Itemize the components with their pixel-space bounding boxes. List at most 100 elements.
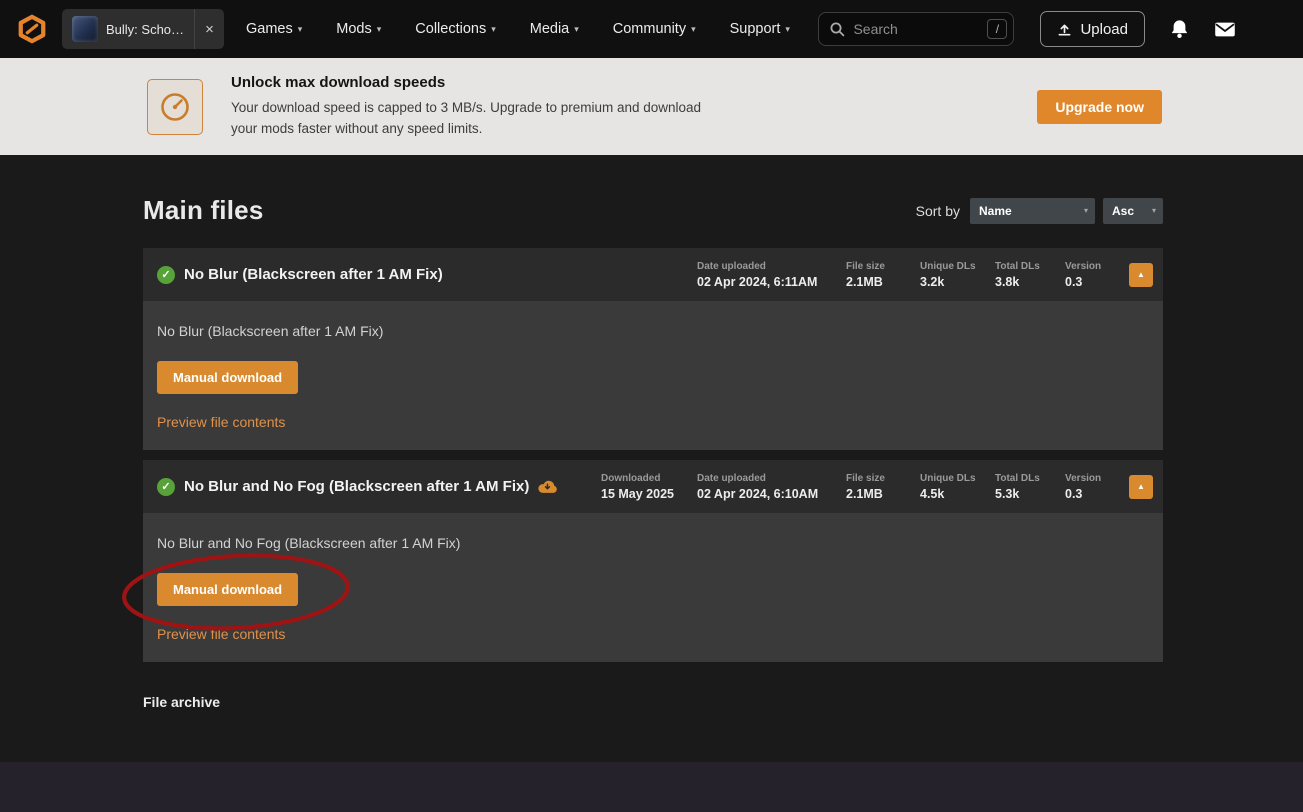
check-circle-icon: ✓ bbox=[157, 477, 175, 496]
banner-description: Your download speed is capped to 3 MB/s.… bbox=[231, 97, 701, 139]
stat-value: 5.3k bbox=[995, 486, 1020, 501]
premium-banner: Unlock max download speeds Your download… bbox=[0, 58, 1303, 155]
chevron-down-icon: ▾ bbox=[691, 23, 696, 34]
nav-item-label: Support bbox=[729, 21, 781, 37]
nav-item-label: Collections bbox=[415, 21, 487, 37]
upload-icon bbox=[1058, 24, 1071, 35]
collapse-toggle-button[interactable]: ▲ bbox=[1129, 262, 1153, 287]
stat-label: Total DLs bbox=[995, 472, 1040, 484]
nav-item-support[interactable]: Support ▾ bbox=[730, 21, 790, 37]
banner-description-line1: Your download speed is capped to 3 MB/s.… bbox=[231, 100, 702, 115]
stat-unique-dls: Unique DLs 3.2k bbox=[920, 261, 995, 289]
stat-value: 3.8k bbox=[995, 274, 1020, 289]
stat-label: Downloaded bbox=[601, 472, 661, 484]
notifications-button[interactable] bbox=[1167, 17, 1191, 41]
main-content: Main files Sort by Name ▾ Asc ▾ ✓ No Blu… bbox=[0, 155, 1303, 762]
messages-button[interactable] bbox=[1213, 17, 1237, 41]
manual-download-button[interactable]: Manual download bbox=[157, 573, 299, 606]
mail-icon bbox=[1215, 22, 1235, 36]
manual-download-button[interactable]: Manual download bbox=[157, 361, 299, 394]
stat-downloaded: Downloaded 15 May 2025 bbox=[601, 473, 697, 501]
stat-label: Unique DLs bbox=[920, 472, 976, 484]
search-box[interactable]: / bbox=[818, 12, 1015, 46]
sort-by-label: Sort by bbox=[915, 202, 960, 219]
stat-total-dls: Total DLs 5.3k bbox=[995, 473, 1065, 501]
stat-file-size: File size 2.1MB bbox=[846, 261, 920, 289]
stat-total-dls: Total DLs 3.8k bbox=[995, 261, 1065, 289]
file-row-header[interactable]: ✓ No Blur and No Fog (Blackscreen after … bbox=[143, 460, 1163, 513]
file-stats: Date uploaded 02 Apr 2024, 6:11AM File s… bbox=[697, 261, 1115, 289]
upload-button-label: Upload bbox=[1080, 20, 1128, 38]
chevron-down-icon: ▾ bbox=[297, 23, 303, 34]
chevron-down-icon: ▾ bbox=[785, 23, 790, 34]
chevron-down-icon: ▾ bbox=[376, 23, 382, 34]
footer-strip bbox=[0, 762, 1303, 812]
game-tab[interactable]: Bully: Scho… × bbox=[62, 9, 224, 49]
stat-label: File size bbox=[846, 260, 885, 272]
stat-label: Unique DLs bbox=[920, 260, 976, 272]
stat-version: Version 0.3 bbox=[1065, 473, 1115, 501]
stat-value: 2.1MB bbox=[846, 486, 883, 501]
nav-item-collections[interactable]: Collections ▾ bbox=[415, 21, 495, 37]
preview-file-contents-link[interactable]: Preview file contents bbox=[157, 626, 1149, 642]
chevron-down-icon: ▾ bbox=[574, 23, 579, 34]
row-gap bbox=[143, 450, 1163, 460]
content-header: Main files Sort by Name ▾ Asc ▾ bbox=[143, 195, 1163, 226]
stat-label: Version bbox=[1065, 260, 1102, 272]
file-name: No Blur (Blackscreen after 1 AM Fix) bbox=[184, 266, 443, 283]
stat-label: Version bbox=[1065, 472, 1102, 484]
upload-button[interactable]: Upload bbox=[1040, 11, 1145, 47]
game-tab-main[interactable]: Bully: Scho… bbox=[62, 16, 194, 42]
nexus-logo-icon bbox=[18, 14, 46, 44]
caret-up-icon: ▲ bbox=[1137, 482, 1145, 491]
file-list: ✓ No Blur (Blackscreen after 1 AM Fix) D… bbox=[143, 248, 1163, 662]
search-shortcut-badge: / bbox=[987, 19, 1008, 39]
nav-item-community[interactable]: Community ▾ bbox=[613, 21, 696, 37]
user-avatar[interactable] bbox=[1255, 13, 1287, 45]
file-panel: No Blur and No Fog (Blackscreen after 1 … bbox=[143, 513, 1163, 662]
file-archive-title: File archive bbox=[143, 694, 221, 710]
speedometer-icon bbox=[147, 78, 203, 135]
stat-file-size: File size 2.1MB bbox=[846, 473, 920, 501]
downloaded-cloud-icon bbox=[537, 479, 558, 494]
collapse-toggle-button[interactable]: ▲ bbox=[1129, 474, 1153, 499]
nav-item-label: Games bbox=[246, 21, 293, 37]
nav-item-label: Community bbox=[612, 21, 687, 37]
top-navbar: Bully: Scho… × Games ▾ Mods ▾ Collection… bbox=[0, 0, 1303, 58]
check-circle-icon: ✓ bbox=[157, 265, 175, 284]
nav-item-mods[interactable]: Mods ▾ bbox=[336, 21, 381, 37]
nav-item-label: Mods bbox=[336, 21, 372, 37]
tab-close-icon[interactable]: × bbox=[194, 9, 224, 49]
stat-value: 02 Apr 2024, 6:11AM bbox=[697, 274, 818, 289]
main-nav: Games ▾ Mods ▾ Collections ▾ Media ▾ Com… bbox=[246, 21, 790, 37]
file-name: No Blur and No Fog (Blackscreen after 1 … bbox=[184, 478, 530, 495]
stat-value: 0.3 bbox=[1065, 274, 1083, 289]
upgrade-now-button[interactable]: Upgrade now bbox=[1037, 89, 1162, 124]
chevron-down-icon: ▾ bbox=[1083, 205, 1088, 215]
banner-description-line2: your mods faster without any speed limit… bbox=[231, 121, 483, 136]
stat-label: File size bbox=[846, 472, 885, 484]
file-panel: No Blur (Blackscreen after 1 AM Fix) Man… bbox=[143, 301, 1163, 450]
stat-value: 3.2k bbox=[920, 274, 945, 289]
stat-date-uploaded: Date uploaded 02 Apr 2024, 6:11AM bbox=[697, 261, 846, 289]
search-input[interactable] bbox=[853, 21, 980, 37]
file-row-header[interactable]: ✓ No Blur (Blackscreen after 1 AM Fix) D… bbox=[143, 248, 1163, 301]
nav-item-games[interactable]: Games ▾ bbox=[246, 21, 302, 37]
game-tab-label: Bully: Scho… bbox=[106, 21, 184, 37]
file-description: No Blur (Blackscreen after 1 AM Fix) bbox=[157, 323, 384, 339]
banner-title: Unlock max download speeds bbox=[231, 74, 446, 91]
sort-field-select[interactable]: Name ▾ bbox=[970, 197, 1095, 224]
file-stats: Downloaded 15 May 2025 Date uploaded 02 … bbox=[601, 473, 1115, 501]
sort-direction-select[interactable]: Asc ▾ bbox=[1103, 197, 1163, 224]
sort-field-value: Name bbox=[979, 203, 1012, 218]
stat-value: 02 Apr 2024, 6:10AM bbox=[697, 486, 819, 501]
stat-version: Version 0.3 bbox=[1065, 261, 1115, 289]
preview-file-contents-link[interactable]: Preview file contents bbox=[157, 414, 1149, 430]
chevron-down-icon: ▾ bbox=[491, 23, 496, 34]
caret-up-icon: ▲ bbox=[1137, 270, 1145, 279]
nav-item-media[interactable]: Media ▾ bbox=[530, 21, 579, 37]
search-icon bbox=[830, 22, 845, 37]
stat-label: Date uploaded bbox=[697, 472, 766, 484]
nav-item-label: Media bbox=[529, 21, 570, 37]
nexus-logo[interactable] bbox=[16, 13, 48, 45]
